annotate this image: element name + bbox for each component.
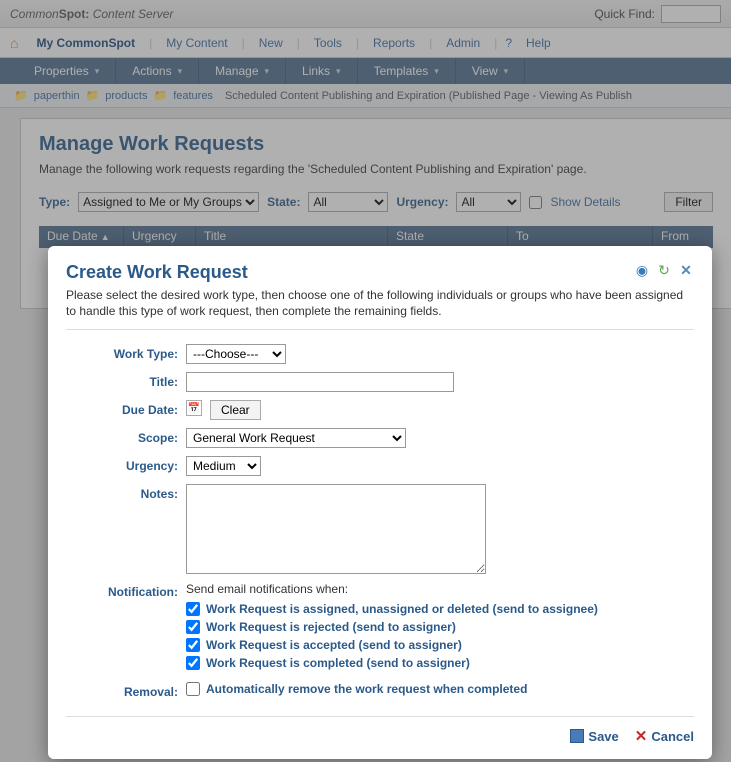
refresh-icon[interactable]: ↻	[656, 262, 672, 278]
notification-checkbox[interactable]	[186, 620, 200, 634]
scope-select[interactable]: General Work Request	[186, 428, 406, 448]
cancel-icon: ✕	[635, 727, 648, 745]
urgency-form-select[interactable]: Medium	[186, 456, 261, 476]
calendar-icon[interactable]: 📅	[186, 400, 202, 416]
removal-checkbox[interactable]	[186, 682, 200, 696]
notification-text: Work Request is assigned, unassigned or …	[206, 602, 598, 616]
help-icon[interactable]: ◉	[634, 262, 650, 278]
title-input[interactable]	[186, 372, 454, 392]
work-type-label: Work Type:	[66, 344, 186, 361]
clear-button[interactable]: Clear	[210, 400, 261, 420]
removal-label: Removal:	[66, 682, 186, 699]
notification-text: Work Request is completed (send to assig…	[206, 656, 470, 670]
close-icon[interactable]: ✕	[678, 262, 694, 278]
notification-text: Work Request is accepted (send to assign…	[206, 638, 462, 652]
cancel-button[interactable]: ✕ Cancel	[635, 727, 694, 745]
notification-row: Work Request is completed (send to assig…	[186, 656, 598, 670]
notification-row: Work Request is assigned, unassigned or …	[186, 602, 598, 616]
save-button[interactable]: Save	[570, 727, 618, 745]
dialog-desc: Please select the desired work type, the…	[66, 287, 694, 319]
scope-label: Scope:	[66, 428, 186, 445]
notes-textarea[interactable]	[186, 484, 486, 574]
work-type-select[interactable]: ---Choose---	[186, 344, 286, 364]
notification-checkbox[interactable]	[186, 656, 200, 670]
notification-heading: Send email notifications when:	[186, 582, 598, 596]
create-work-request-dialog: Create Work Request ◉ ↻ ✕ Please select …	[48, 246, 712, 759]
notification-label: Notification:	[66, 582, 186, 599]
notification-row: Work Request is rejected (send to assign…	[186, 620, 598, 634]
notification-checkbox[interactable]	[186, 638, 200, 652]
title-label: Title:	[66, 372, 186, 389]
notes-label: Notes:	[66, 484, 186, 501]
save-icon	[570, 729, 584, 743]
removal-text: Automatically remove the work request wh…	[206, 682, 527, 696]
notification-text: Work Request is rejected (send to assign…	[206, 620, 456, 634]
notification-row: Work Request is accepted (send to assign…	[186, 638, 598, 652]
dialog-title: Create Work Request	[66, 262, 248, 283]
due-date-label: Due Date:	[66, 400, 186, 417]
notification-checkbox[interactable]	[186, 602, 200, 616]
urgency-form-label: Urgency:	[66, 456, 186, 473]
